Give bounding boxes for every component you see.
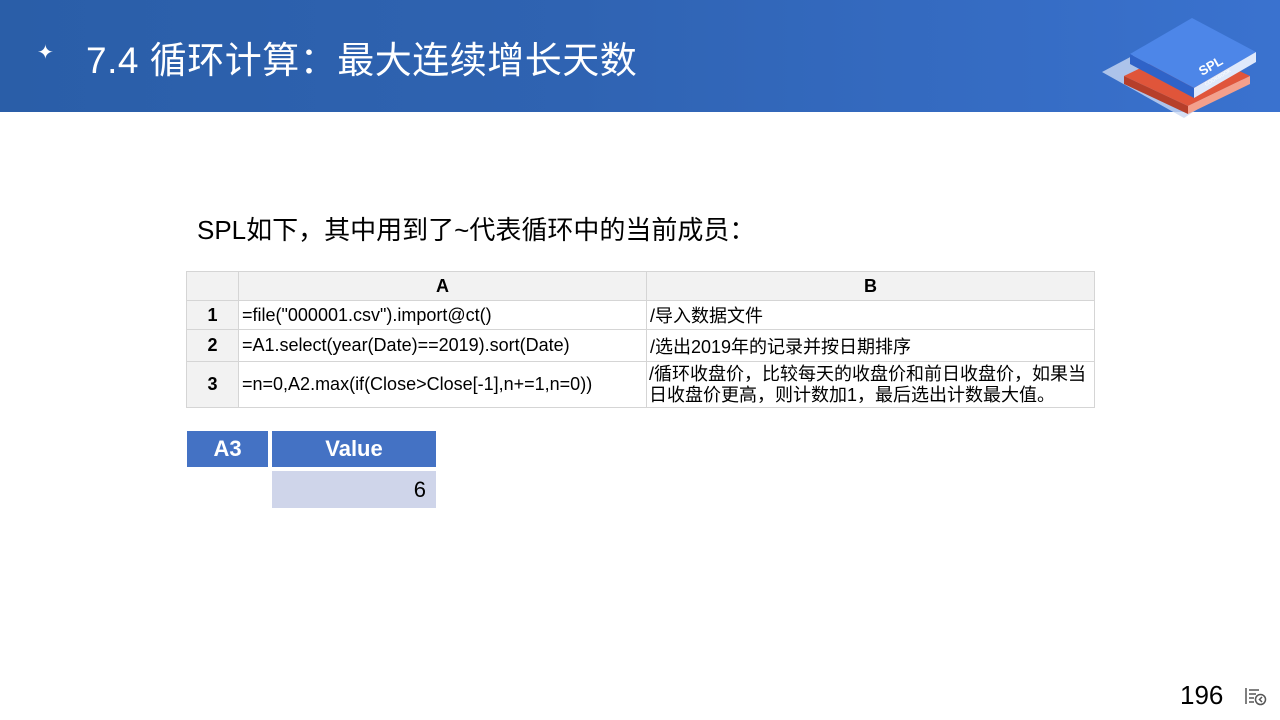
row-number[interactable]: 3 [186,361,239,408]
row-number[interactable]: 1 [186,300,239,330]
result-value: 6 [272,471,436,508]
grid-header-row: A B [186,271,1095,301]
grid-row: 1 =file("000001.csv").import@ct() /导入数据文… [186,300,1095,330]
cell-a3[interactable]: =n=0,A2.max(if(Close>Close[-1],n+=1,n=0)… [238,361,647,408]
result-cell-label: A3 [187,431,268,467]
cell-a1[interactable]: =file("000001.csv").import@ct() [238,300,647,330]
grid-row: 3 =n=0,A2.max(if(Close>Close[-1],n+=1,n=… [186,361,1095,408]
cell-b3[interactable]: /循环收盘价，比较每天的收盘价和前日收盘价，如果当日收盘价更高，则计数加1，最后… [646,361,1095,408]
row-number[interactable]: 2 [186,329,239,362]
slide-title: 7.4 循环计算：最大连续增长天数 [86,40,638,81]
page-number: 196 [1180,680,1224,710]
spl-code-grid: A B 1 =file("000001.csv").import@ct() /导… [186,271,1095,408]
spl-cookbook-logo-icon: SPL COOKBOOK [1102,18,1256,118]
grid-corner-cell[interactable] [186,271,239,301]
column-header-a[interactable]: A [238,271,647,301]
cell-b2[interactable]: /选出2019年的记录并按日期排序 [646,329,1095,362]
result-value-header: Value [272,431,436,467]
star-bullet-icon: ✦ [37,42,54,64]
column-header-b[interactable]: B [646,271,1095,301]
slide-navigation-icon[interactable] [1245,686,1267,706]
slide-header: ✦ 7.4 循环计算：最大连续增长天数 SPL COOKBOOK [0,0,1280,118]
cell-b1[interactable]: /导入数据文件 [646,300,1095,330]
cell-a2[interactable]: =A1.select(year(Date)==2019).sort(Date) [238,329,647,362]
grid-row: 2 =A1.select(year(Date)==2019).sort(Date… [186,329,1095,362]
description-text: SPL如下，其中用到了~代表循环中的当前成员： [197,215,756,245]
